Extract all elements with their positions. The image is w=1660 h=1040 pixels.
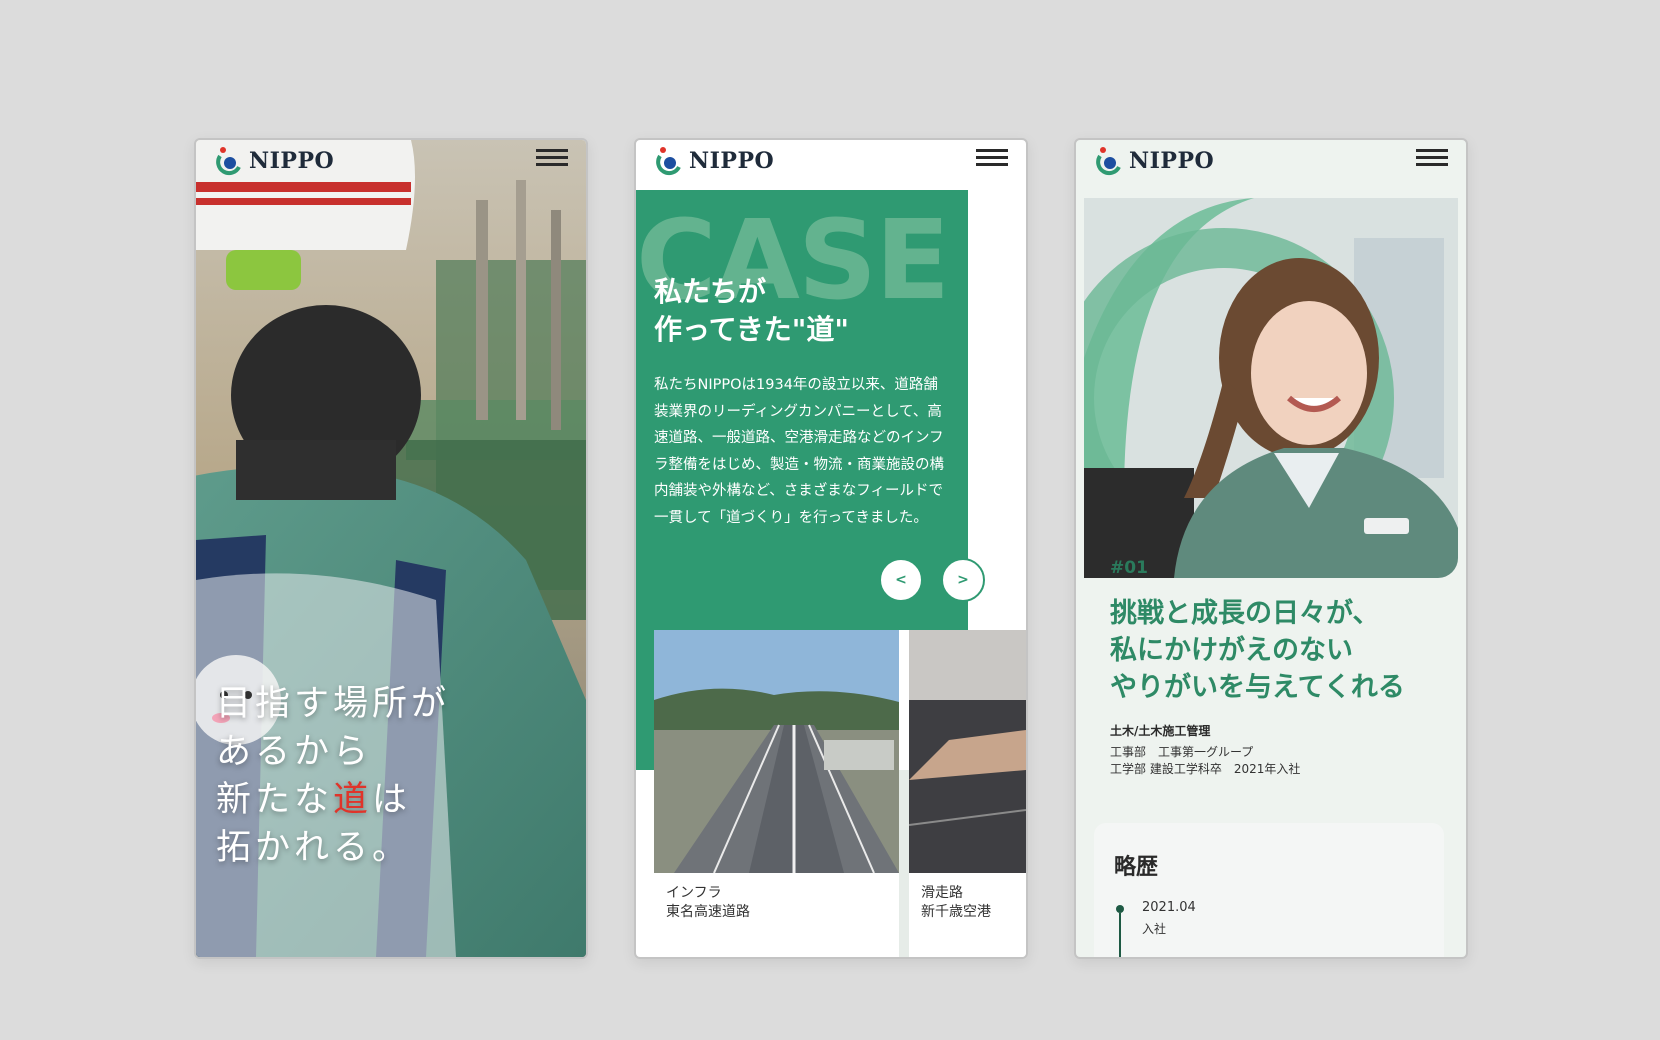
brand-name: NIPPO bbox=[249, 148, 335, 174]
timeline-dot bbox=[1116, 905, 1124, 913]
screen-hero: NIPPO 目指す場所が あるから 新たな道は 拓かれる。 bbox=[194, 138, 588, 959]
case-card-image bbox=[654, 630, 899, 873]
hero-headline: 目指す場所が あるから 新たな道は 拓かれる。 bbox=[216, 680, 450, 872]
employee-info: 工事部 工事第一グループ 工学部 建設工学科卒 2021年入社 bbox=[1110, 744, 1300, 778]
screen-case: NIPPO CASE 私たちが 作ってきた"道" 私たちNIPPOは1934年の… bbox=[634, 138, 1028, 959]
header: NIPPO bbox=[1076, 140, 1466, 190]
timeline-date: 2021.04 bbox=[1142, 900, 1196, 915]
case-panel-edge bbox=[636, 630, 654, 770]
nippo-logo-mark-icon bbox=[654, 146, 684, 176]
header: NIPPO bbox=[636, 140, 1026, 190]
prev-button[interactable]: < bbox=[879, 558, 923, 602]
brand-logo[interactable]: NIPPO bbox=[654, 146, 774, 176]
hamburger-menu-icon[interactable] bbox=[536, 149, 568, 167]
timeline-event: 入社 bbox=[1142, 922, 1167, 936]
nippo-logo-mark-icon bbox=[1094, 146, 1124, 176]
headline-line-1: 目指す場所が bbox=[216, 684, 451, 724]
headline-line-3a: 新たな bbox=[216, 780, 334, 820]
case-card[interactable]: インフラ 東名高速道路 bbox=[654, 630, 899, 957]
interview-headline-line-1: 挑戦と成長の日々が、 bbox=[1110, 598, 1380, 629]
nippo-logo-mark-icon bbox=[214, 146, 244, 176]
employee-department: 土木/土木施工管理 bbox=[1110, 724, 1211, 738]
next-button[interactable]: > bbox=[941, 558, 985, 602]
case-title-line-2: 作ってきた"道" bbox=[654, 313, 849, 346]
interview-headline: 挑戦と成長の日々が、 私にかけがえのない やりがいを与えてくれる bbox=[1110, 595, 1450, 706]
hamburger-menu-icon[interactable] bbox=[1416, 149, 1448, 167]
case-card-category: 滑走路 bbox=[921, 885, 963, 901]
hamburger-menu-icon[interactable] bbox=[976, 149, 1008, 167]
brand-name: NIPPO bbox=[689, 148, 775, 174]
headline-red-word: 道 bbox=[333, 780, 373, 820]
case-title: 私たちが 作ってきた"道" bbox=[654, 273, 849, 349]
employee-education: 工学部 建設工学科卒 2021年入社 bbox=[1110, 762, 1301, 776]
card-divider bbox=[899, 770, 909, 957]
screen-interview: NIPPO #01 挑戦と成長の日々が、 私にかけがえのない やりがいを与えてく… bbox=[1074, 138, 1468, 959]
case-card-caption: 滑走路 新千歳空港 bbox=[921, 884, 991, 922]
interview-number: #01 bbox=[1110, 558, 1148, 578]
headline-line-4: 拓かれる。 bbox=[216, 828, 412, 868]
case-card-category: インフラ bbox=[666, 885, 722, 901]
case-card-name: 東名高速道路 bbox=[666, 904, 750, 920]
interview-headline-line-3: やりがいを与えてくれる bbox=[1110, 672, 1405, 703]
header: NIPPO bbox=[196, 140, 586, 190]
history-title: 略歴 bbox=[1114, 855, 1159, 880]
headline-line-3b: は bbox=[372, 780, 412, 820]
employee-team: 工事部 工事第一グループ bbox=[1110, 745, 1254, 759]
brand-logo[interactable]: NIPPO bbox=[1094, 146, 1214, 176]
history-card: 略歴 2021.04 入社 bbox=[1094, 823, 1444, 957]
case-title-line-1: 私たちが bbox=[654, 275, 767, 308]
case-card-image bbox=[909, 630, 1026, 873]
brand-logo[interactable]: NIPPO bbox=[214, 146, 334, 176]
case-description: 私たちNIPPOは1934年の設立以来、道路舗装業界のリーディングカンパニーとし… bbox=[654, 377, 944, 526]
headline-line-2: あるから bbox=[216, 732, 373, 772]
case-card-name: 新千歳空港 bbox=[921, 904, 991, 920]
case-card-caption: インフラ 東名高速道路 bbox=[666, 884, 750, 922]
case-card[interactable]: 滑走路 新千歳空港 bbox=[909, 630, 1026, 957]
employee-photo bbox=[1084, 198, 1458, 578]
headline-line-3: 新たな道は bbox=[216, 776, 450, 824]
brand-name: NIPPO bbox=[1129, 148, 1215, 174]
timeline-line bbox=[1119, 913, 1121, 957]
interview-headline-line-2: 私にかけがえのない bbox=[1110, 635, 1353, 666]
